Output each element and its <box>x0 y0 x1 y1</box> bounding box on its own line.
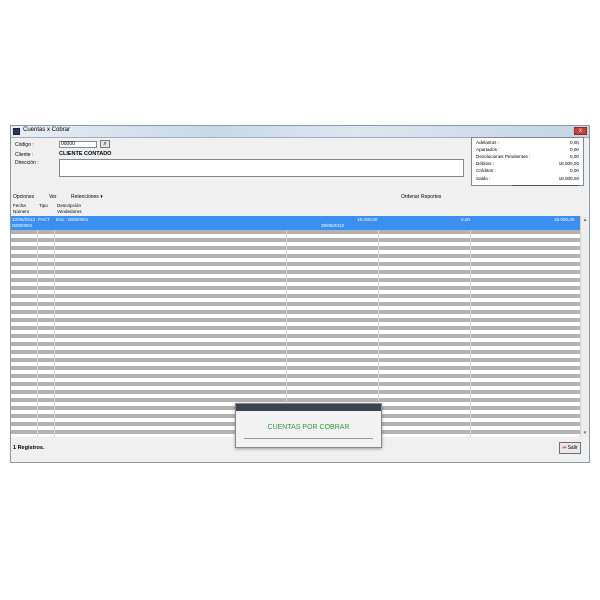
summary-row: Adelantos :0,00 <box>476 140 579 145</box>
lookup-button[interactable]: ⌕ <box>100 140 110 148</box>
summary-row: Apartados :0,00 <box>476 147 579 152</box>
cell-descripcion: Doc.: 00000001 <box>56 217 89 222</box>
direccion-field[interactable] <box>59 159 464 177</box>
column-divider <box>37 230 38 437</box>
saldo-divider <box>512 185 579 186</box>
menu-retenciones[interactable]: Retenciones ▾ <box>71 194 103 200</box>
toast-text: CUENTAS POR COBRAR <box>267 424 350 431</box>
header-descripcion[interactable]: Descripción <box>57 203 81 208</box>
scroll-down-icon[interactable]: ▾ <box>581 429 589 437</box>
grid-header: Fecha Tipo Descripción Número Vendedores <box>11 202 581 216</box>
options-bar: Opciones Ver Retenciones ▾ Ordenar Repor… <box>11 193 589 201</box>
header-vendedores[interactable]: Vendedores <box>57 209 82 214</box>
codigo-label: Código : <box>15 142 34 148</box>
chevron-down-icon: ▾ <box>100 194 103 200</box>
direccion-label: Dirección : <box>15 160 39 166</box>
cell-monto-2: 0,00 <box>461 217 470 222</box>
menu-ordenar[interactable]: Ordenar <box>401 194 419 200</box>
summary-row: Devoluciones Pendientes :0,00 <box>476 154 579 159</box>
cell-fecha-2: 28/06/2013 <box>321 223 344 228</box>
close-button[interactable]: x <box>574 127 587 135</box>
summary-row-saldo: Saldo :18.000,00 <box>476 176 579 181</box>
summary-row: Débitos :18.000,00 <box>476 161 579 166</box>
exit-icon: ⇦ <box>562 445 567 451</box>
summary-panel: Adelantos :0,00 Apartados :0,00 Devoluci… <box>471 137 584 186</box>
menu-ver[interactable]: Ver <box>49 194 57 200</box>
codigo-input[interactable]: 00000 <box>59 141 97 148</box>
cell-fecha: 12/06/2013 <box>12 217 35 222</box>
records-count: 1 Registros. <box>13 445 45 451</box>
header-tipo[interactable]: Tipo <box>39 203 48 208</box>
summary-row: Créditos :0,00 <box>476 168 579 173</box>
column-divider <box>470 230 471 437</box>
app-icon <box>13 128 20 135</box>
exit-label: Salir <box>567 445 578 451</box>
window-title: Cuentas x Cobrar <box>23 127 71 133</box>
cell-monto-1: 18.000,00 <box>357 217 378 222</box>
header-fecha[interactable]: Fecha <box>13 203 26 208</box>
toast-divider <box>244 438 373 439</box>
cell-tipo: FACT <box>38 217 50 222</box>
notification-toast: CUENTAS POR COBRAR <box>235 403 382 448</box>
toast-header <box>236 404 381 411</box>
search-icon: ⌕ <box>103 141 107 147</box>
client-name: CLIENTE CONTADO <box>59 151 112 157</box>
header-numero[interactable]: Número <box>13 209 29 214</box>
scroll-up-icon[interactable]: ▴ <box>581 216 589 224</box>
vertical-scrollbar[interactable]: ▴ ▾ <box>580 216 589 437</box>
cliente-label: Cliente : <box>15 152 34 158</box>
menu-reportes[interactable]: Reportes <box>421 194 441 200</box>
exit-button[interactable]: ⇦Salir <box>559 442 581 454</box>
cell-numero: 00000001 <box>12 223 33 228</box>
menu-opciones[interactable]: Opciones <box>13 194 34 200</box>
cell-monto-3: 18.000,00 <box>554 217 575 222</box>
table-row-selected[interactable]: 12/06/2013 FACT Doc.: 00000001 18.000,00… <box>11 216 580 230</box>
column-divider <box>54 230 55 437</box>
